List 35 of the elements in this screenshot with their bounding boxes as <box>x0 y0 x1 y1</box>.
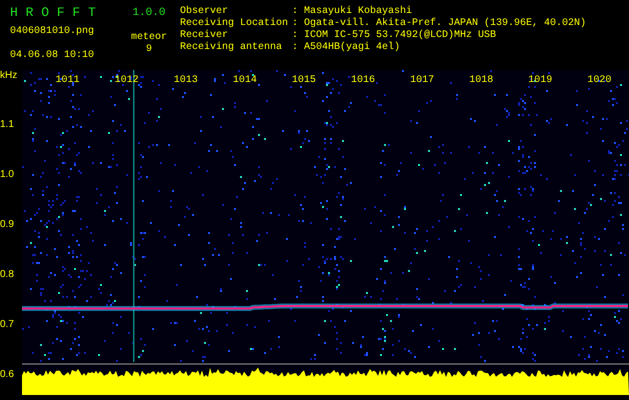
meteor-count: 9 <box>146 44 152 56</box>
y-axis-label: 1.0 <box>0 168 15 182</box>
x-axis-label: 1013 <box>172 75 199 86</box>
y-axis-label: 0.7 <box>0 318 15 332</box>
y-axis-label: 0.9 <box>0 218 15 232</box>
version: 1.0.0 <box>132 6 166 20</box>
x-axis-label: 1011 <box>54 75 81 86</box>
x-axis-label: 1014 <box>232 75 258 86</box>
x-axis-label: 1019 <box>527 75 554 86</box>
x-axis-label: 1017 <box>409 75 436 86</box>
info-value: Ogata-vill. Akita-Pref. JAPAN (139.96E, 40.02N) <box>304 18 586 30</box>
info-separator: : <box>292 42 300 54</box>
info-label: Receiver <box>180 30 230 42</box>
info-value: Masayuki Kobayashi <box>304 6 414 18</box>
date-time: 04.06.08 10:10 <box>10 50 96 62</box>
x-axis-label: 1018 <box>468 75 494 86</box>
info-value: ICOM IC-575 53.7492(@LCD)MHz USB <box>304 30 498 42</box>
x-axis-label: 1015 <box>290 75 317 86</box>
info-separator: : <box>292 6 300 18</box>
info-label: Receiving antenna <box>180 42 284 54</box>
info-separator: : <box>292 18 300 30</box>
file-name: 0406081010.png <box>10 26 96 38</box>
meteor-label: meteor <box>130 32 167 44</box>
y-axis-unit: kHz <box>0 70 18 83</box>
x-axis-label: 1012 <box>114 75 140 86</box>
info-label: Observer <box>180 6 230 18</box>
app-name: H R O F F T <box>10 6 97 20</box>
x-axis-label: 1016 <box>350 75 376 86</box>
y-axis-label: 0.6 <box>0 368 15 382</box>
y-axis-label: 1.1 <box>0 118 15 132</box>
y-axis-label: 0.8 <box>0 268 15 282</box>
info-label: Receiving Location <box>180 18 290 30</box>
info-separator: : <box>292 30 300 42</box>
info-value: A504HB(yagi 4el) <box>304 42 402 54</box>
x-axis-label: 1020 <box>586 75 612 86</box>
